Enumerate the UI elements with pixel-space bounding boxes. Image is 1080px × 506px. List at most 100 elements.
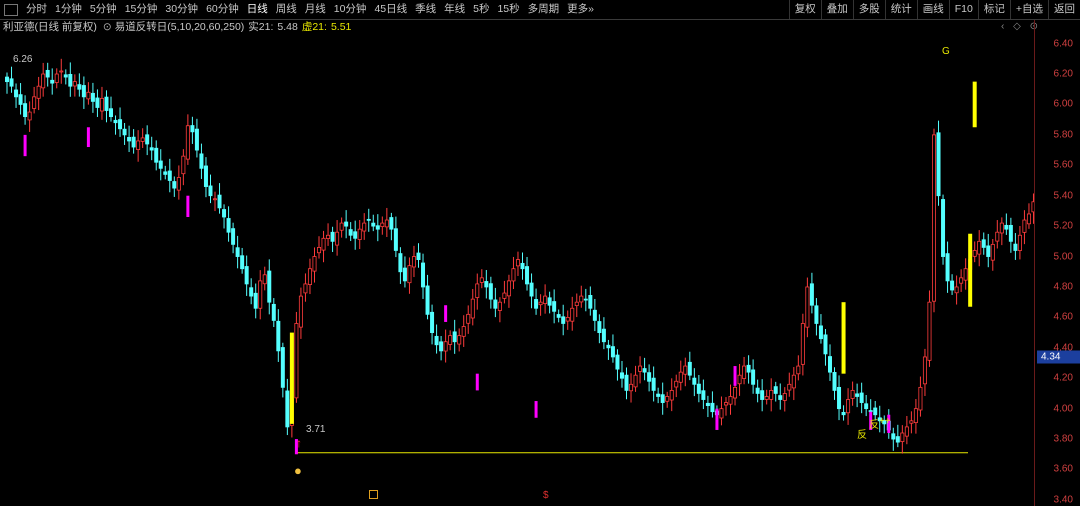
candle-body: [511, 268, 516, 282]
candle-body: [226, 218, 231, 233]
mark-button[interactable]: 标记: [977, 0, 1010, 19]
dividend-marker-icon[interactable]: $: [543, 490, 549, 501]
candle-body: [936, 132, 941, 197]
candle-body: [1022, 219, 1027, 233]
candle-body: [963, 268, 968, 281]
tab-timeframe[interactable]: 5分钟: [86, 0, 121, 19]
candle-body: [402, 267, 407, 282]
candle-body: [547, 297, 552, 306]
y-tick-label: 6.00: [1053, 98, 1073, 110]
candle-body: [32, 96, 37, 109]
candle-body: [203, 165, 208, 187]
candle-body: [791, 374, 796, 389]
tab-timeframe-active[interactable]: 日线: [243, 0, 272, 19]
event-marker-icon[interactable]: [369, 490, 378, 499]
tab-timeframe[interactable]: 45日线: [370, 0, 411, 19]
draw-line-button[interactable]: 画线: [916, 0, 949, 19]
candle-body: [986, 245, 991, 257]
candle-body: [502, 292, 507, 299]
candle-body: [818, 325, 823, 340]
candle-body: [321, 237, 326, 251]
virtual-value: 5.51: [330, 21, 352, 33]
tab-timeframe[interactable]: 15秒: [493, 0, 523, 19]
candle-body: [701, 390, 706, 400]
candle-body: [312, 256, 317, 272]
tab-more[interactable]: 更多»: [563, 0, 598, 19]
candle-body: [317, 247, 322, 254]
tab-timeframe[interactable]: 1分钟: [51, 0, 86, 19]
candle-body: [339, 222, 344, 231]
candle-body: [118, 119, 123, 130]
tab-timeframe[interactable]: 5秒: [469, 0, 493, 19]
candle-body: [208, 185, 213, 197]
plus-signal-label: ++: [879, 416, 891, 427]
tab-timeframe[interactable]: 60分钟: [202, 0, 243, 19]
signal-tick: [186, 195, 190, 218]
candle-body: [565, 316, 570, 322]
tab-timeframe[interactable]: 10分钟: [330, 0, 371, 19]
candle-body: [904, 426, 909, 437]
candle-body: [9, 78, 14, 87]
candle-body: [665, 396, 670, 402]
add-watchlist-button[interactable]: +自选: [1009, 0, 1048, 19]
y-tick-label: 5.00: [1053, 251, 1073, 263]
tab-timeframe[interactable]: 年线: [440, 0, 469, 19]
candle-body: [154, 147, 159, 163]
candle-body: [416, 252, 421, 260]
candle-body: [68, 73, 73, 87]
tab-timeframe[interactable]: 分时: [22, 0, 51, 19]
candle-body: [809, 283, 814, 306]
candle-body: [109, 108, 114, 118]
candle-body: [307, 268, 312, 285]
candle-body: [891, 433, 896, 440]
tab-timeframe[interactable]: 15分钟: [121, 0, 162, 19]
statistics-button[interactable]: 统计: [884, 0, 917, 19]
tab-timeframe[interactable]: 多周期: [524, 0, 564, 19]
signal-bar: [841, 302, 846, 374]
tab-timeframe[interactable]: 月线: [301, 0, 330, 19]
candlestick-chart[interactable]: [0, 36, 1034, 506]
candle-body: [760, 390, 765, 400]
left-arrow-icon[interactable]: ‹: [1001, 21, 1004, 32]
candle-body: [506, 280, 511, 297]
diamond-icon[interactable]: ◇: [1013, 21, 1021, 32]
candle-body: [244, 266, 249, 285]
tab-timeframe[interactable]: 周线: [272, 0, 301, 19]
multi-stock-button[interactable]: 多股: [852, 0, 885, 19]
candle-body: [773, 386, 778, 394]
candle-body: [493, 299, 498, 309]
menu-icon[interactable]: [4, 3, 18, 16]
candle-body: [1026, 213, 1031, 225]
candle-body: [515, 259, 520, 267]
indicator-name[interactable]: 易道反转日(5,10,20,60,250): [115, 20, 245, 35]
candle-body: [619, 372, 624, 379]
candle-body: [674, 380, 679, 388]
tab-timeframe[interactable]: 季线: [411, 0, 440, 19]
f10-button[interactable]: F10: [948, 0, 978, 19]
tab-timeframe[interactable]: 30分钟: [161, 0, 202, 19]
back-button[interactable]: 返回: [1048, 0, 1080, 19]
candle-body: [737, 374, 742, 385]
candle-body: [977, 240, 982, 255]
candle-body: [398, 253, 403, 273]
candle-body: [990, 243, 995, 261]
candle-body: [959, 277, 964, 284]
y-tick-label: 5.20: [1053, 220, 1073, 232]
candle-body: [475, 283, 480, 298]
y-tick-label: 5.60: [1053, 159, 1073, 171]
signal-tick: [23, 134, 27, 157]
restore-rights-button[interactable]: 复权: [788, 0, 821, 19]
candle-body: [597, 321, 602, 334]
candle-body: [240, 255, 245, 270]
candle-body: [253, 292, 258, 309]
overlay-button[interactable]: 叠加: [820, 0, 853, 19]
timeframe-tabs: 分时 1分钟 5分钟 15分钟 30分钟 60分钟 日线 周线 月线 10分钟 …: [22, 0, 598, 19]
indicator-settings-icon[interactable]: ⊙: [103, 20, 112, 35]
candle-body: [592, 309, 597, 321]
candle-body: [362, 222, 367, 232]
candle-body: [59, 70, 64, 73]
reversal-label-2: 反: [869, 420, 879, 431]
stock-title: 利亚德(日线 前复权): [3, 21, 97, 33]
candle-body: [262, 274, 267, 285]
signal-tick: [733, 366, 737, 386]
